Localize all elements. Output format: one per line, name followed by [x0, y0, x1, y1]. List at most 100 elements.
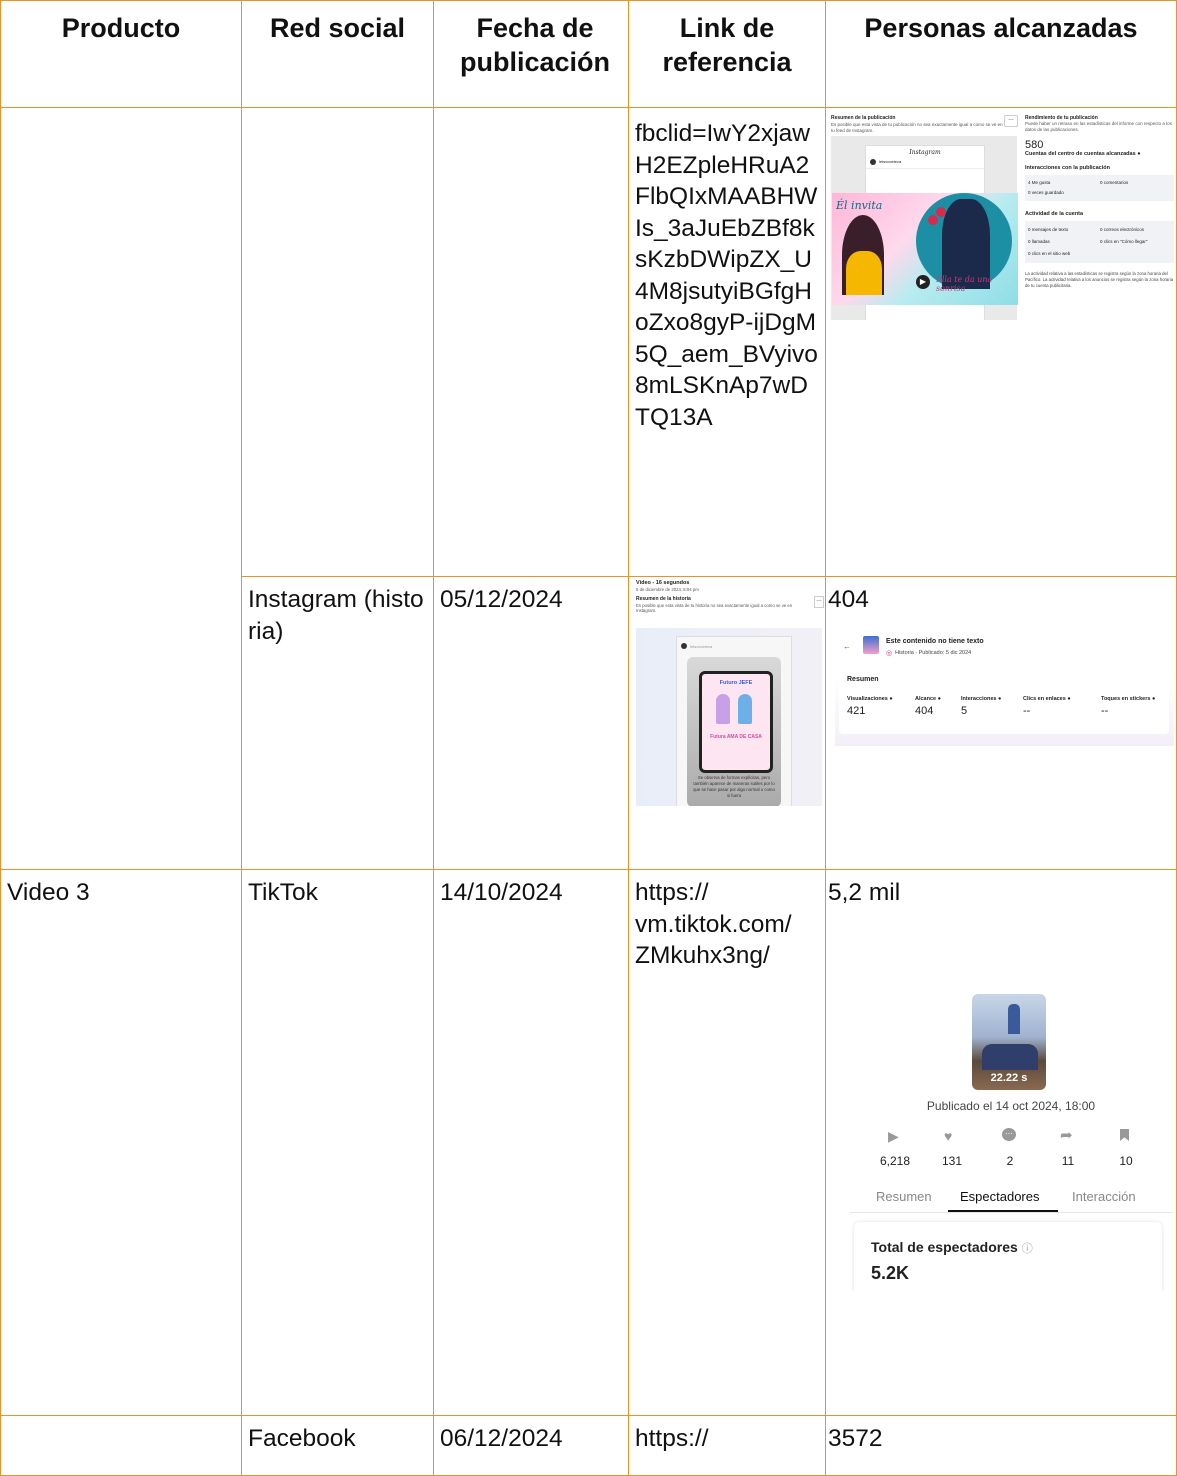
cell-red-social: Instagram (historia)	[241, 576, 434, 870]
cell-link[interactable]: https://	[628, 1415, 826, 1476]
ig-story-screenshot: Video - 16 segundos 5 de diciembre de 20…	[634, 578, 824, 806]
phone-frame: Instagram letsvoceteca Él invita ▶ Ella …	[832, 145, 1018, 320]
tab-resumen[interactable]: Resumen	[876, 1189, 932, 1204]
tiktok-analytics-screenshot: 22.22 s Publicado el 14 oct 2024, 18:00 …	[850, 988, 1172, 1291]
stat-views: 6,218	[879, 1154, 911, 1168]
story-card: Futuro JEFE Futura AMA DE CASA	[699, 671, 773, 773]
story-date: 5 de diciembre de 2024, 6:04 pm	[636, 587, 699, 592]
poster-left-text: Él invita	[836, 199, 883, 212]
woman-shirt	[846, 251, 882, 295]
activity-title: Actividad de la cuenta	[1025, 211, 1084, 217]
story-resumen-title: Resumen de la historia	[636, 596, 691, 602]
cell-red-social: Facebook	[241, 1415, 434, 1476]
account-name: letsvoceteca	[879, 159, 902, 164]
story-title: Video - 16 segundos	[636, 580, 690, 586]
thumbnail	[863, 636, 879, 654]
stat-value-interactions: 5	[961, 705, 968, 717]
reach-label: Cuentas del centro de cuentas alcanzadas…	[1025, 151, 1141, 157]
stat-value-sticker-taps: --	[1101, 705, 1109, 717]
resumen-title: Resumen de la publicación	[831, 115, 896, 121]
instagram-icon: ◎	[886, 650, 893, 657]
rend-sub: Puede haber un retraso en las estadístic…	[1025, 121, 1172, 132]
ig-story-stats-screenshot: ← Este contenido no tiene texto ◎ Histor…	[835, 632, 1174, 746]
resumen-sub: Es posible que esta vista de tu publicac…	[831, 122, 1003, 133]
story-preview: letsvoceteca Futuro JEFE Futura AMA DE C…	[636, 628, 822, 806]
activity-box: 0 mensajes de texto 0 correos electrónico…	[1025, 221, 1174, 263]
card-top: Futuro JEFE	[719, 680, 753, 686]
stat-label-interactions: Interacciones ●	[961, 696, 1002, 702]
instagram-brand: Instagram	[909, 149, 941, 156]
tab-espectadores[interactable]: Espectadores	[960, 1189, 1040, 1204]
bookmark-icon	[1120, 1129, 1129, 1141]
stat-label-reach: Alcance ●	[915, 696, 941, 702]
stats-panel: Resumen Visualizaciones ● Alcance ● Inte…	[839, 668, 1169, 734]
cell-producto	[0, 107, 242, 577]
cell-fecha: 06/12/2024	[433, 1415, 629, 1476]
published-date: Publicado el 14 oct 2024, 18:00	[926, 1099, 1096, 1113]
calls: 0 llamadas	[1028, 239, 1050, 244]
info-icon: ●	[1137, 151, 1141, 157]
cell-producto	[0, 1415, 242, 1476]
account-row: letsvoceteca	[677, 637, 791, 655]
stat-label-link-clicks: Clics en enlaces ●	[1023, 696, 1071, 702]
footnote: La actividad relativa a las estadísticas…	[1025, 271, 1174, 288]
cell-producto: Video 3	[0, 869, 242, 1416]
directions: 0 clics en "Cómo llegar"	[1100, 239, 1148, 244]
ig-post-insights-screenshot: Resumen de la publicación Es posible que…	[829, 112, 1174, 320]
stats-headline: Este contenido no tiene texto	[886, 638, 984, 645]
account-name: letsvoceteca	[690, 643, 713, 649]
flower-icon	[936, 207, 946, 217]
table-row: Facebook 06/12/2024 https:// 3572	[0, 1415, 1177, 1476]
interactions-title: Interacciones con la publicación	[1025, 165, 1110, 171]
more-options-icon[interactable]: …	[814, 596, 824, 608]
messages: 0 mensajes de texto	[1028, 227, 1069, 232]
reach-number: 580	[1025, 139, 1044, 151]
comment-icon: ⋯	[1002, 1128, 1016, 1141]
emails: 0 correos electrónicos	[1100, 227, 1145, 232]
stat-shares: 11	[1061, 1154, 1075, 1168]
cell-fecha: 05/12/2024	[433, 576, 629, 870]
cell-link[interactable]: https:// vm.tiktok.com/ ZMkuhx3ng/	[628, 869, 826, 1416]
stat-likes: 131	[941, 1154, 963, 1168]
boy-figure	[738, 694, 752, 724]
header-personas: Personas alcanzadas	[825, 0, 1177, 108]
stat-value-reach: 404	[915, 705, 934, 717]
share-icon: ➦	[1060, 1127, 1073, 1144]
viewers-card: Total de espectadores ⓘ 5.2K	[854, 1222, 1162, 1291]
presenter-figure	[1008, 1004, 1020, 1034]
play-icon: ▶	[888, 1128, 899, 1144]
play-icon[interactable]: ▶	[916, 275, 930, 289]
cell-fecha: 14/10/2024	[433, 869, 629, 1416]
story-resumen-sub: Es posible que esta vista de tu historia…	[636, 603, 793, 613]
stat-saves: 10	[1119, 1154, 1133, 1168]
audience-figure	[982, 1044, 1038, 1070]
story-card-bg: Futuro JEFE Futura AMA DE CASA Se observ…	[687, 657, 781, 806]
cell-producto	[0, 576, 242, 870]
interactions-box: 4 Me gusta 0 comentarios 0 veces guardado	[1025, 175, 1174, 201]
back-arrow-icon[interactable]: ←	[843, 642, 851, 651]
cell-link[interactable]: fbclid=IwY2xjawH2EZpleHRuA2FlbQIxMAABHWI…	[628, 107, 826, 577]
stat-value-link-clicks: --	[1023, 705, 1031, 717]
cell-personas: 3572	[825, 1415, 1177, 1476]
total-viewers-value: 5.2K	[871, 1263, 910, 1283]
flower-icon	[928, 215, 938, 225]
poster-right-text: Ella te da una sonrisa	[936, 275, 993, 293]
stats-meta-row: ◎ Historia · Publicado: 5 dic 2024	[886, 649, 971, 657]
cell-fecha	[433, 107, 629, 577]
likes: 4 Me gusta	[1028, 180, 1051, 185]
tab-divider	[850, 1212, 1172, 1213]
avatar	[870, 159, 876, 165]
header-producto: Producto	[0, 0, 242, 108]
header-link: Link de referencia	[628, 0, 826, 108]
avatar	[681, 643, 687, 649]
total-viewers-label: Total de espectadores ⓘ	[871, 1239, 1033, 1255]
header-red-social: Red social	[241, 0, 434, 108]
saves: 0 veces guardado	[1028, 190, 1064, 195]
stat-comments: 2	[1006, 1154, 1014, 1168]
header-fecha: Fecha de publicación	[433, 0, 629, 108]
card-bottom: Futura AMA DE CASA	[710, 734, 762, 740]
stat-label-views: Visualizaciones ●	[847, 696, 893, 702]
more-options-icon[interactable]: …	[1004, 115, 1018, 127]
tab-interaccion[interactable]: Interacción	[1072, 1189, 1136, 1204]
duration-badge: 22.22 s	[990, 1072, 1028, 1084]
